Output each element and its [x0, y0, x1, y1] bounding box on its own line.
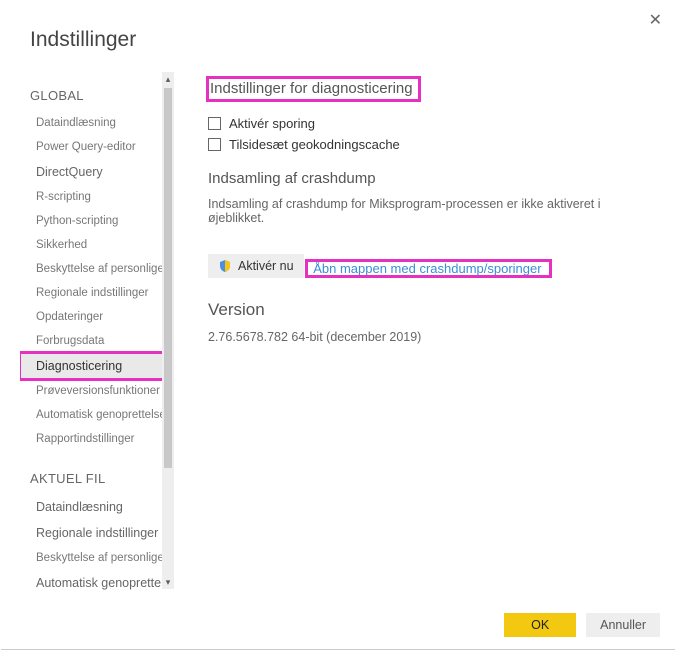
sidebar-item-current-automatisk[interactable]: Automatisk genoprettelse [20, 570, 174, 591]
sidebar-item-proveversionsfunktioner[interactable]: Prøveversionsfunktioner [20, 379, 174, 403]
content-pane: Indstillinger for diagnosticering Aktivé… [174, 70, 664, 591]
sidebar-item-diagnosticering[interactable]: Diagnosticering [20, 353, 174, 379]
sidebar: ▴ ▾ GLOBAL Dataindlæsning Power Query-ed… [20, 70, 174, 591]
sidebar-item-current-dataindlaesning[interactable]: Dataindlæsning [20, 494, 174, 520]
sidebar-item-directquery[interactable]: DirectQuery [20, 159, 174, 185]
checkbox-icon [208, 117, 221, 130]
sidebar-item-python-scripting[interactable]: Python-scripting [20, 209, 174, 233]
enable-now-label: Aktivér nu [238, 259, 294, 273]
sidebar-section-global: GLOBAL [20, 78, 174, 111]
version-value: 2.76.5678.782 64-bit (december 2019) [208, 330, 656, 344]
shield-icon [218, 259, 232, 273]
sidebar-item-automatisk-genoprettelse[interactable]: Automatisk genoprettelse [20, 403, 174, 427]
sidebar-item-power-query-editor[interactable]: Power Query-editor [20, 135, 174, 159]
divider [1, 649, 675, 650]
sidebar-item-beskyttelse[interactable]: Beskyttelse af personlige oplysninger [20, 257, 174, 281]
sidebar-item-rapportindstillinger[interactable]: Rapportindstillinger [20, 427, 174, 451]
version-heading: Version [208, 300, 656, 320]
close-icon[interactable]: ✕ [649, 10, 662, 30]
sidebar-item-opdateringer[interactable]: Opdateringer [20, 305, 174, 329]
dialog-footer: OK Annuller [504, 613, 660, 637]
enable-tracing-checkbox[interactable]: Aktivér sporing [208, 116, 656, 131]
open-crashdump-folder-link[interactable]: Åbn mappen med crashdump/sporinger [307, 258, 549, 281]
sidebar-item-regionale[interactable]: Regionale indstillinger [20, 281, 174, 305]
chevron-down-icon[interactable]: ▾ [162, 575, 174, 589]
sidebar-item-forbrugsdata[interactable]: Forbrugsdata [20, 329, 174, 353]
sidebar-item-dataindlaesning[interactable]: Dataindlæsning [20, 111, 174, 135]
dialog-title: Indstillinger [0, 0, 676, 52]
open-folder-link-wrapper: Åbn mappen med crashdump/sporinger [307, 261, 549, 276]
crash-dump-heading: Indsamling af crashdump [208, 170, 656, 187]
dialog-body: ▴ ▾ GLOBAL Dataindlæsning Power Query-ed… [20, 70, 664, 591]
scrollbar-thumb[interactable] [164, 88, 172, 468]
cancel-button[interactable]: Annuller [586, 613, 660, 637]
checkbox-icon [208, 138, 221, 151]
enable-now-button[interactable]: Aktivér nu [208, 254, 304, 278]
diagnostics-settings-heading: Indstillinger for diagnosticering [208, 78, 419, 100]
sidebar-item-current-regionale[interactable]: Regionale indstillinger [20, 520, 174, 546]
sidebar-item-sikkerhed[interactable]: Sikkerhed [20, 233, 174, 257]
override-geocoding-checkbox[interactable]: Tilsidesæt geokodningscache [208, 137, 656, 152]
enable-tracing-label: Aktivér sporing [229, 116, 315, 131]
ok-button[interactable]: OK [504, 613, 576, 637]
sidebar-item-current-beskyttelse[interactable]: Beskyttelse af personlige oplysninger [20, 546, 174, 570]
settings-dialog: ✕ Indstillinger ▴ ▾ GLOBAL Dataindlæsnin… [0, 0, 676, 651]
crash-dump-description: Indsamling af crashdump for Miksprogram-… [208, 197, 656, 225]
sidebar-item-r-scripting[interactable]: R-scripting [20, 185, 174, 209]
sidebar-section-current: AKTUEL FIL [20, 461, 174, 494]
override-geocoding-label: Tilsidesæt geokodningscache [229, 137, 400, 152]
chevron-up-icon[interactable]: ▴ [162, 72, 174, 86]
scrollbar[interactable]: ▴ ▾ [162, 72, 174, 589]
